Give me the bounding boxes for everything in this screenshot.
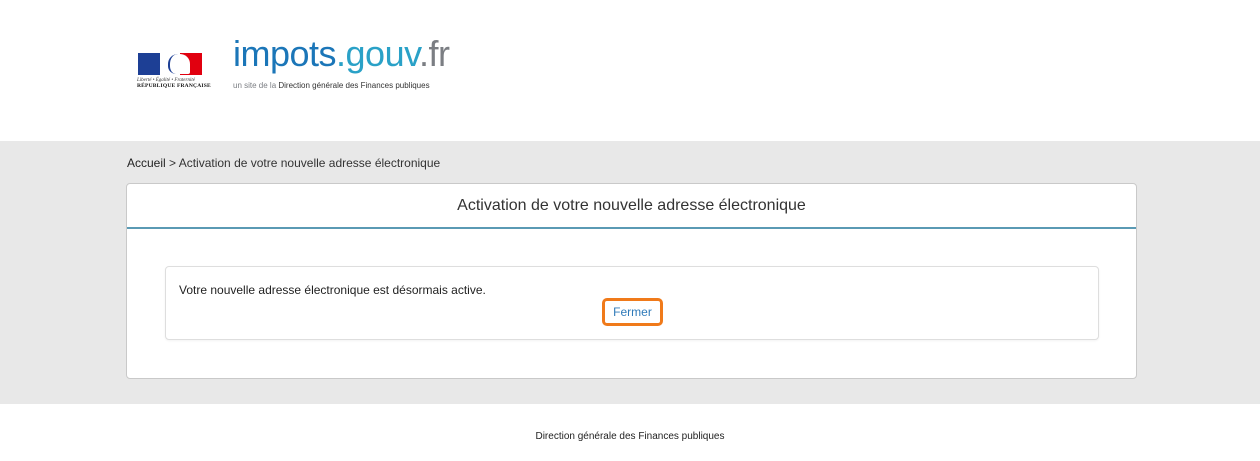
rf-name: RÉPUBLIQUE FRANÇAISE [137,83,211,89]
breadcrumb: Accueil > Activation de votre nouvelle a… [127,156,440,170]
brand-title: impots.gouv.fr [233,33,450,74]
main-content: Accueil > Activation de votre nouvelle a… [0,141,1260,404]
breadcrumb-home-link[interactable]: Accueil [127,156,166,170]
republique-francaise-logo[interactable]: Liberté • Égalité • Fraternité RÉPUBLIQU… [137,53,211,93]
brand-part-gouv: .gouv [336,33,419,74]
impots-gouv-logo[interactable]: impots.gouv.fr un site de la Direction g… [233,33,450,91]
brand-part-fr: .fr [418,33,450,74]
brand-subtitle-prefix: un site de la [233,81,279,90]
panel-title: Activation de votre nouvelle adresse éle… [127,184,1136,229]
marianne-icon [168,54,190,74]
breadcrumb-separator: > [165,156,179,170]
activation-panel: Activation de votre nouvelle adresse éle… [126,183,1137,379]
site-header: Liberté • Égalité • Fraternité RÉPUBLIQU… [0,0,1260,141]
close-button[interactable]: Fermer [602,298,663,326]
message-box: Votre nouvelle adresse électronique est … [165,266,1099,340]
brand-part-impots: impots [233,33,337,74]
breadcrumb-current: Activation de votre nouvelle adresse éle… [178,156,441,170]
brand-subtitle: un site de la Direction générale des Fin… [233,81,449,90]
site-footer: Direction générale des Finances publique… [0,404,1260,461]
brand-subtitle-main: Direction générale des Finances publique… [278,81,430,90]
tricolor-flag-icon [138,53,202,75]
confirmation-message: Votre nouvelle adresse électronique est … [179,283,486,297]
footer-text: Direction générale des Finances publique… [535,431,725,442]
